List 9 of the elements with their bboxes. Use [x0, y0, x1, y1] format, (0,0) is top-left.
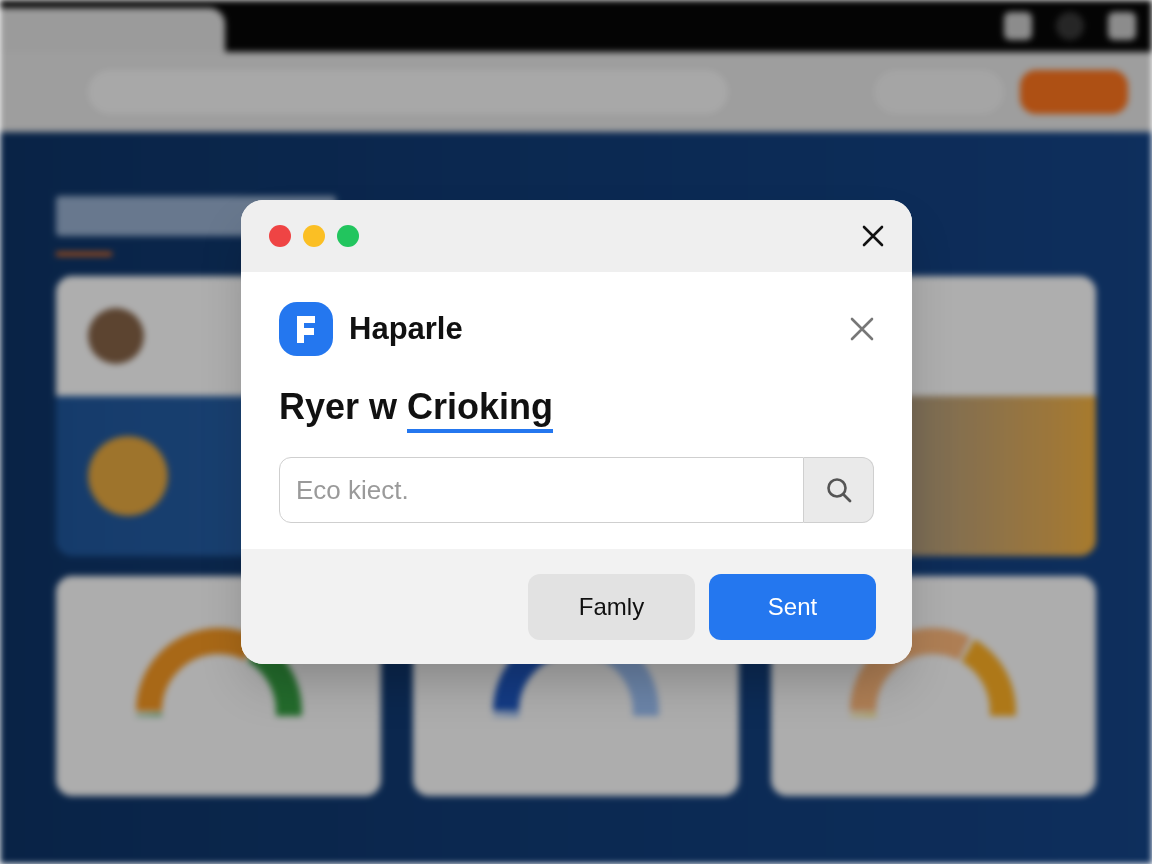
- secondary-button[interactable]: Famly: [528, 573, 695, 640]
- app-logo-icon: [279, 302, 333, 356]
- close-icon[interactable]: [862, 225, 884, 247]
- primary-button[interactable]: Sent: [709, 573, 876, 640]
- app-name: Haparle: [349, 309, 463, 348]
- search-icon: [824, 476, 853, 504]
- avatar: [88, 308, 144, 364]
- search-field[interactable]: Eco kiect.: [279, 457, 804, 523]
- search-button[interactable]: [804, 457, 874, 523]
